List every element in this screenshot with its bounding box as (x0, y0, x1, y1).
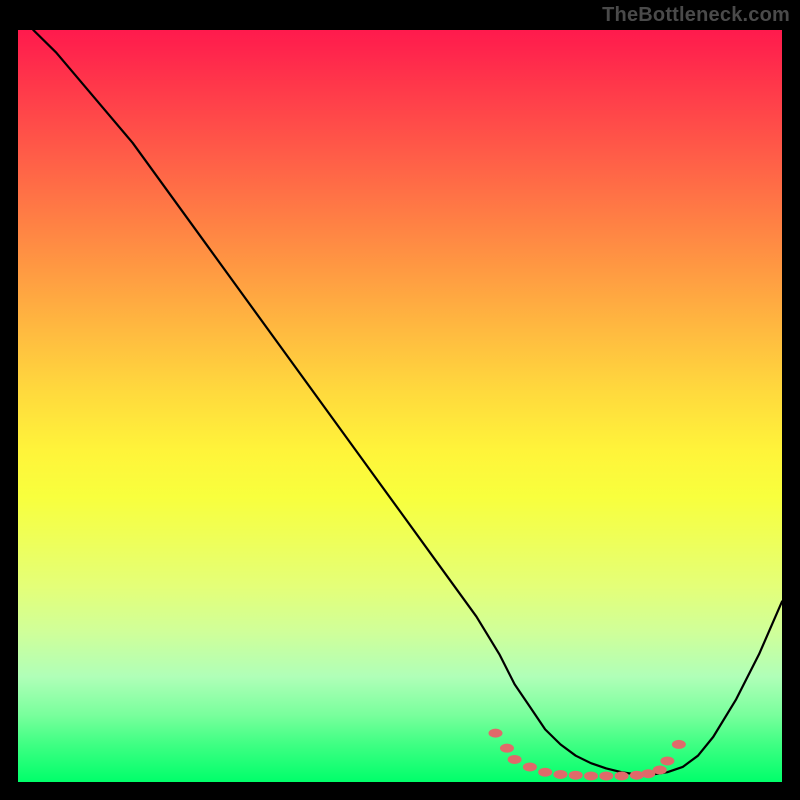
marker-dot (584, 771, 598, 780)
marker-dot (500, 744, 514, 753)
curve-path (33, 30, 782, 774)
marker-dot (660, 756, 674, 765)
plot-area (18, 30, 782, 782)
marker-dot (489, 729, 503, 738)
marker-dot (569, 771, 583, 780)
marker-dot (653, 765, 667, 774)
curve-svg (18, 30, 782, 782)
marker-dot (538, 768, 552, 777)
marker-dot (553, 770, 567, 779)
watermark-text: TheBottleneck.com (602, 4, 790, 27)
marker-dot (508, 755, 522, 764)
marker-dot (672, 740, 686, 749)
marker-dot (523, 762, 537, 771)
chart-frame: TheBottleneck.com (0, 0, 800, 800)
marker-dot (599, 771, 613, 780)
marker-dot (615, 771, 629, 780)
